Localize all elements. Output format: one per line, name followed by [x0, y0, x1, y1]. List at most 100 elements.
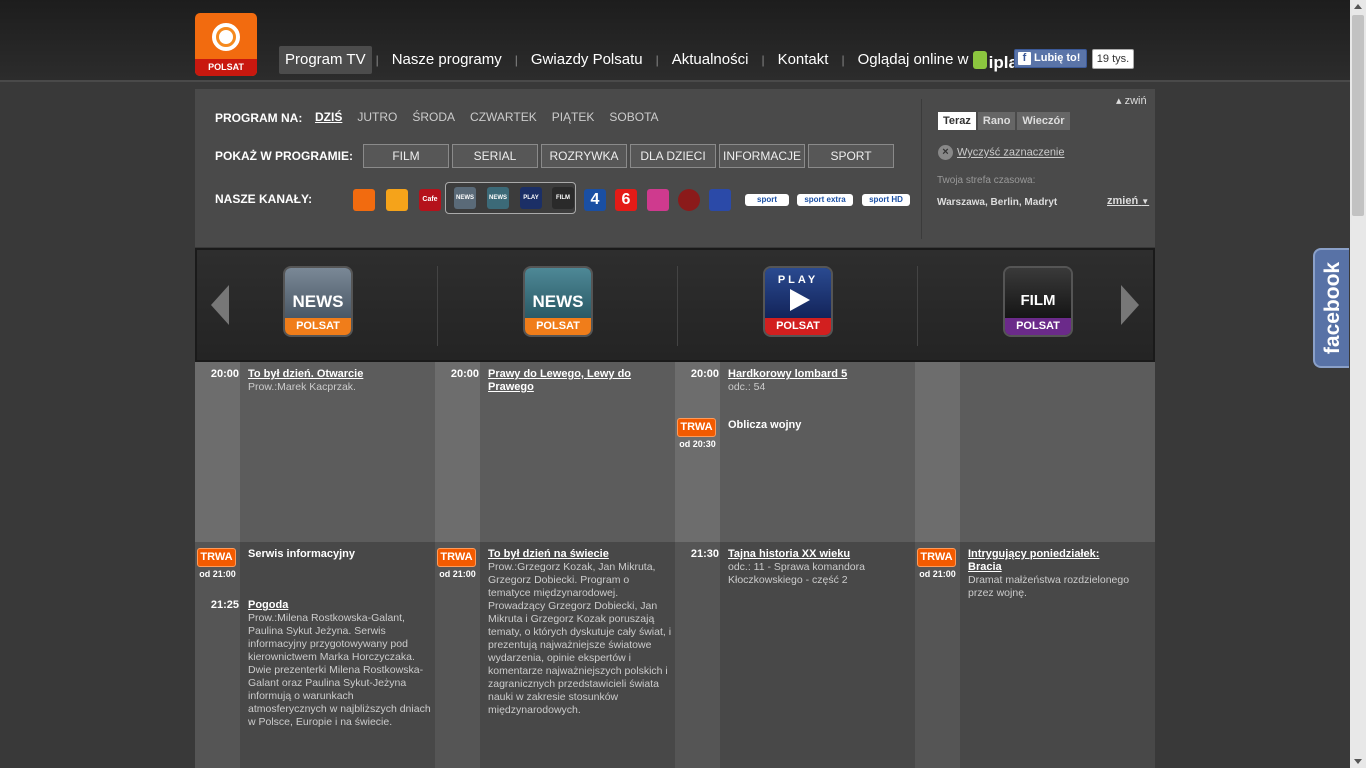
nav-program-tv[interactable]: Program TV [279, 46, 372, 74]
timezone-label: Twoja strefa czasowa: [937, 175, 1036, 186]
carousel-prev-arrow-icon[interactable] [211, 285, 229, 325]
channel-sport-icon[interactable]: sport [745, 194, 789, 206]
nav-aktualnosci[interactable]: Aktualności [663, 46, 758, 74]
pokaz-label: POKAŻ W PROGRAMIE: [215, 149, 353, 163]
channel-play-icon[interactable]: PLAY [520, 187, 542, 209]
carousel-news2-logo[interactable]: NEWS POLSAT [523, 266, 593, 337]
sun-icon [212, 23, 240, 51]
caret-up-icon: ▴ [1116, 95, 1122, 107]
carousel-next-arrow-icon[interactable] [1121, 285, 1139, 325]
now-badge: TRWA [917, 548, 956, 567]
program-title-link[interactable]: Pogoda [248, 599, 428, 612]
program-title-link[interactable]: To był dzień na świecie [488, 548, 668, 561]
channel-icons: Cafe NEWS NEWS PLAY FILM 4 6 sport sport… [353, 182, 913, 216]
schedule-column-news2: 20:00 Prawy do Lewego, Lewy do Prawego T… [435, 362, 675, 768]
genre-informacje-button[interactable]: INFORMACJE [719, 144, 805, 168]
program-title-link[interactable]: Hardkorowy lombard 5 [728, 368, 908, 381]
program-desc: Prow.:Grzegorz Kozak, Jan Mikruta, Grzeg… [488, 561, 672, 716]
channel-polsat-icon[interactable] [353, 189, 375, 211]
like-count: 19 tys. [1092, 49, 1134, 69]
site-header: POLSAT Program TV | Nasze programy | Gwi… [0, 0, 1350, 82]
genre-serial-button[interactable]: SERIAL [452, 144, 538, 168]
day-czwartek[interactable]: CZWARTEK [470, 110, 537, 124]
program-time: 20:00 [690, 368, 719, 380]
program-time: 21:30 [690, 548, 719, 560]
facebook-f-icon: f [1018, 52, 1031, 65]
polsat-logo[interactable]: POLSAT [195, 13, 257, 76]
channel-carousel: NEWS POLSAT NEWS POLSAT PLAY POLSAT FILM… [195, 248, 1155, 362]
schedule-column-film: TRWA od 21:00 Intrygujący poniedziałek: … [915, 362, 1155, 768]
since-time: od 21:00 [919, 569, 956, 579]
carousel-news-logo[interactable]: NEWS POLSAT [283, 266, 353, 337]
clear-selection-link[interactable]: × Wyczyść zaznaczenie [938, 145, 1065, 160]
channel-news2-icon[interactable]: NEWS [487, 187, 509, 209]
caret-down-icon: ▼ [1141, 197, 1150, 206]
now-badge: TRWA [197, 548, 236, 567]
channel-cafe-icon[interactable]: Cafe [419, 189, 441, 211]
nav-ogladaj-online[interactable]: Oglądaj online w ipla [849, 46, 1018, 74]
time-teraz-tab[interactable]: Teraz [938, 112, 976, 130]
collapse-link[interactable]: ▴ zwiń [1116, 94, 1147, 107]
genre-rozrywka-button[interactable]: ROZRYWKA [541, 144, 627, 168]
nav-kontakt[interactable]: Kontakt [769, 46, 838, 74]
program-title-link[interactable]: To był dzień. Otwarcie [248, 368, 428, 381]
channel-news-icon[interactable]: NEWS [454, 187, 476, 209]
carousel-play-logo[interactable]: PLAY POLSAT [763, 266, 833, 337]
channel-tv4-icon[interactable]: 4 [584, 189, 606, 211]
time-tabs: Teraz Rano Wieczór [938, 112, 1072, 130]
timezone-value: Warszawa, Berlin, Madryt [937, 197, 1058, 208]
since-time: od 20:30 [679, 439, 716, 449]
nav-gwiazdy[interactable]: Gwiazdy Polsatu [522, 46, 652, 74]
scroll-down-icon[interactable] [1354, 759, 1362, 764]
day-sroda[interactable]: ŚRODA [412, 110, 455, 124]
since-time: od 21:00 [439, 569, 476, 579]
ipla-logo: ipla [972, 50, 1018, 72]
time-rano-tab[interactable]: Rano [977, 112, 1016, 130]
program-title: Serwis informacyjny [248, 548, 355, 560]
channel-disco-polo-icon[interactable] [709, 189, 731, 211]
schedule-column-news: 20:00 To był dzień. Otwarcie Prow.:Marek… [195, 362, 435, 768]
news-group: NEWS NEWS PLAY FILM [445, 182, 576, 214]
day-sobota[interactable]: SOBOTA [609, 110, 658, 124]
logo-label: POLSAT [195, 59, 257, 76]
channel-sport-hd-icon[interactable]: sport HD [862, 194, 910, 206]
day-piatek[interactable]: PIĄTEK [552, 110, 595, 124]
program-filter-panel: PROGRAM NA: DZIŚ JUTRO ŚRODA CZWARTEK PI… [195, 89, 1155, 247]
genre-film-button[interactable]: FILM [363, 144, 449, 168]
timezone-change-link[interactable]: zmień ▼ [1107, 195, 1149, 207]
time-wieczor-tab[interactable]: Wieczór [1017, 112, 1070, 130]
facebook-like-button[interactable]: f Lubię to! [1014, 49, 1087, 68]
channel-sport-extra-icon[interactable]: sport extra [797, 194, 853, 206]
day-dzis[interactable]: DZIŚ [315, 110, 342, 124]
program-title-link[interactable]: Prawy do Lewego, Lewy do Prawego [488, 368, 658, 394]
kanaly-label: NASZE KANAŁY: [215, 192, 313, 206]
schedule-grid: 20:00 To był dzień. Otwarcie Prow.:Marek… [195, 362, 1155, 768]
channel-viasat-icon[interactable] [678, 189, 700, 211]
genre-buttons: FILM SERIAL ROZRYWKA DLA DZIECI INFORMAC… [363, 144, 897, 168]
now-badge: TRWA [437, 548, 476, 567]
program-desc: Prow.:Milena Rostkowska-Galant, Paulina … [248, 612, 431, 728]
program-desc: Prow.:Marek Kacprzak. [248, 381, 356, 393]
day-jutro[interactable]: JUTRO [357, 110, 397, 124]
program-title-link[interactable]: Tajna historia XX wieku [728, 548, 908, 561]
program-title-link[interactable]: Intrygujący poniedziałek: Bracia [968, 548, 1128, 574]
now-badge: TRWA [677, 418, 716, 437]
facebook-side-tab[interactable]: facebook [1313, 248, 1349, 368]
program-desc: odc.: 11 - Sprawa komandora Kłoczkowskie… [728, 561, 865, 586]
program-na-label: PROGRAM NA: [215, 111, 303, 125]
program-time: 20:00 [450, 368, 479, 380]
scrollbar-thumb[interactable] [1352, 15, 1364, 216]
channel-polsat2-icon[interactable] [386, 189, 408, 211]
genre-sport-button[interactable]: SPORT [808, 144, 894, 168]
channel-film-icon[interactable]: FILM [552, 187, 574, 209]
nav-nasze-programy[interactable]: Nasze programy [383, 46, 511, 74]
page-scrollbar[interactable] [1350, 0, 1366, 768]
clear-x-icon: × [938, 145, 953, 160]
channel-tv6-icon[interactable]: 6 [615, 189, 637, 211]
channel-beone-icon[interactable] [647, 189, 669, 211]
scroll-up-icon[interactable] [1354, 4, 1362, 9]
schedule-column-play: 20:00 Hardkorowy lombard 5 odc.: 54 TRWA… [675, 362, 915, 768]
carousel-film-logo[interactable]: FILM POLSAT [1003, 266, 1073, 337]
program-desc: Dramat małżeństwa rozdzielonego przez wo… [968, 574, 1130, 599]
genre-dzieci-button[interactable]: DLA DZIECI [630, 144, 716, 168]
